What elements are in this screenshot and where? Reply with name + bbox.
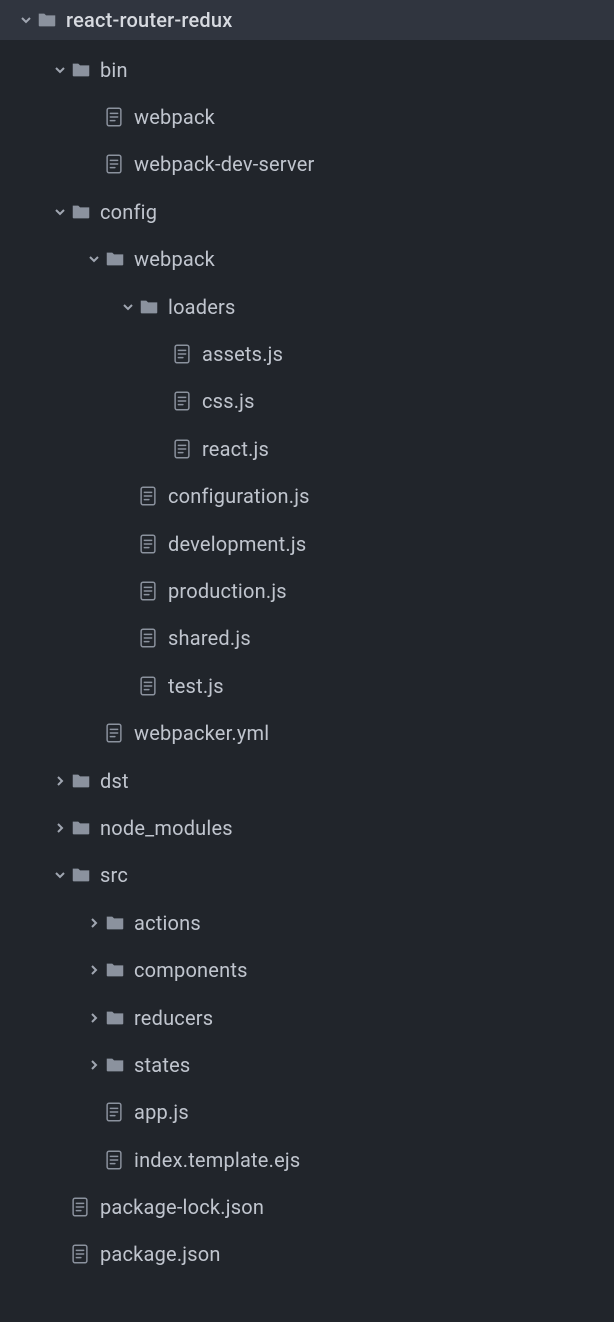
folder-icon bbox=[104, 1054, 134, 1076]
folder-icon bbox=[70, 59, 100, 81]
item-label: dst bbox=[100, 769, 129, 793]
item-label: webpack-dev-server bbox=[134, 152, 315, 176]
file-row[interactable]: shared.js bbox=[0, 615, 614, 662]
file-icon bbox=[172, 390, 202, 412]
file-tree: binwebpackwebpack-dev-serverconfigwebpac… bbox=[0, 40, 614, 1278]
item-label: assets.js bbox=[202, 342, 283, 366]
chevron-right-icon[interactable] bbox=[84, 1012, 104, 1024]
file-icon bbox=[138, 627, 168, 649]
file-icon bbox=[104, 106, 134, 128]
folder-row[interactable]: webpack bbox=[0, 236, 614, 283]
file-icon bbox=[70, 1243, 100, 1265]
item-label: loaders bbox=[168, 295, 236, 319]
file-icon bbox=[138, 533, 168, 555]
chevron-down-icon[interactable] bbox=[50, 206, 70, 218]
folder-row[interactable]: dst bbox=[0, 757, 614, 804]
item-label: test.js bbox=[168, 674, 224, 698]
item-label: configuration.js bbox=[168, 484, 310, 508]
chevron-right-icon[interactable] bbox=[84, 1059, 104, 1071]
folder-row[interactable]: reducers bbox=[0, 994, 614, 1041]
folder-icon bbox=[104, 912, 134, 934]
file-icon bbox=[172, 438, 202, 460]
file-icon bbox=[138, 580, 168, 602]
folder-row[interactable]: actions bbox=[0, 899, 614, 946]
chevron-down-icon[interactable] bbox=[50, 869, 70, 881]
item-label: app.js bbox=[134, 1100, 189, 1124]
folder-row[interactable]: states bbox=[0, 1041, 614, 1088]
item-label: index.template.ejs bbox=[134, 1148, 300, 1172]
item-label: shared.js bbox=[168, 626, 251, 650]
file-icon bbox=[138, 675, 168, 697]
chevron-right-icon[interactable] bbox=[50, 775, 70, 787]
folder-icon bbox=[70, 770, 100, 792]
item-label: package.json bbox=[100, 1242, 221, 1266]
item-label: react.js bbox=[202, 437, 269, 461]
file-icon bbox=[138, 485, 168, 507]
file-icon bbox=[104, 722, 134, 744]
item-label: components bbox=[134, 958, 248, 982]
chevron-down-icon[interactable] bbox=[118, 301, 138, 313]
file-row[interactable]: app.js bbox=[0, 1089, 614, 1136]
item-label: src bbox=[100, 863, 128, 887]
item-label: bin bbox=[100, 58, 128, 82]
folder-icon bbox=[104, 959, 134, 981]
item-label: reducers bbox=[134, 1006, 213, 1030]
item-label: webpack bbox=[134, 247, 215, 271]
item-label: package-lock.json bbox=[100, 1195, 264, 1219]
folder-row[interactable]: components bbox=[0, 946, 614, 993]
chevron-right-icon[interactable] bbox=[84, 964, 104, 976]
file-row[interactable]: css.js bbox=[0, 378, 614, 425]
item-label: webpacker.yml bbox=[134, 721, 269, 745]
file-row[interactable]: package.json bbox=[0, 1231, 614, 1278]
chevron-down-icon[interactable] bbox=[84, 253, 104, 265]
item-label: config bbox=[100, 200, 157, 224]
file-icon bbox=[104, 153, 134, 175]
folder-row[interactable]: loaders bbox=[0, 283, 614, 330]
folder-icon bbox=[36, 9, 66, 31]
file-row[interactable]: production.js bbox=[0, 567, 614, 614]
tree-root[interactable]: react-router-redux bbox=[0, 0, 614, 40]
chevron-right-icon[interactable] bbox=[50, 822, 70, 834]
file-row[interactable]: configuration.js bbox=[0, 473, 614, 520]
file-icon bbox=[104, 1149, 134, 1171]
chevron-right-icon[interactable] bbox=[84, 917, 104, 929]
file-row[interactable]: webpack bbox=[0, 93, 614, 140]
item-label: webpack bbox=[134, 105, 215, 129]
item-label: development.js bbox=[168, 532, 306, 556]
file-row[interactable]: development.js bbox=[0, 520, 614, 567]
item-label: css.js bbox=[202, 389, 255, 413]
root-label: react-router-redux bbox=[66, 8, 232, 32]
folder-icon bbox=[138, 296, 168, 318]
file-row[interactable]: package-lock.json bbox=[0, 1183, 614, 1230]
file-row[interactable]: test.js bbox=[0, 662, 614, 709]
file-icon bbox=[104, 1101, 134, 1123]
folder-icon bbox=[104, 248, 134, 270]
folder-row[interactable]: bin bbox=[0, 46, 614, 93]
item-label: production.js bbox=[168, 579, 287, 603]
folder-row[interactable]: src bbox=[0, 852, 614, 899]
file-row[interactable]: index.template.ejs bbox=[0, 1136, 614, 1183]
file-icon bbox=[70, 1196, 100, 1218]
file-icon bbox=[172, 343, 202, 365]
item-label: states bbox=[134, 1053, 190, 1077]
file-row[interactable]: assets.js bbox=[0, 330, 614, 377]
chevron-down-icon[interactable] bbox=[50, 64, 70, 76]
file-row[interactable]: webpacker.yml bbox=[0, 709, 614, 756]
file-row[interactable]: webpack-dev-server bbox=[0, 141, 614, 188]
chevron-down-icon bbox=[16, 14, 36, 26]
folder-row[interactable]: node_modules bbox=[0, 804, 614, 851]
folder-icon bbox=[70, 817, 100, 839]
item-label: actions bbox=[134, 911, 201, 935]
folder-icon bbox=[70, 201, 100, 223]
item-label: node_modules bbox=[100, 816, 233, 840]
folder-row[interactable]: config bbox=[0, 188, 614, 235]
file-row[interactable]: react.js bbox=[0, 425, 614, 472]
folder-icon bbox=[70, 864, 100, 886]
folder-icon bbox=[104, 1007, 134, 1029]
